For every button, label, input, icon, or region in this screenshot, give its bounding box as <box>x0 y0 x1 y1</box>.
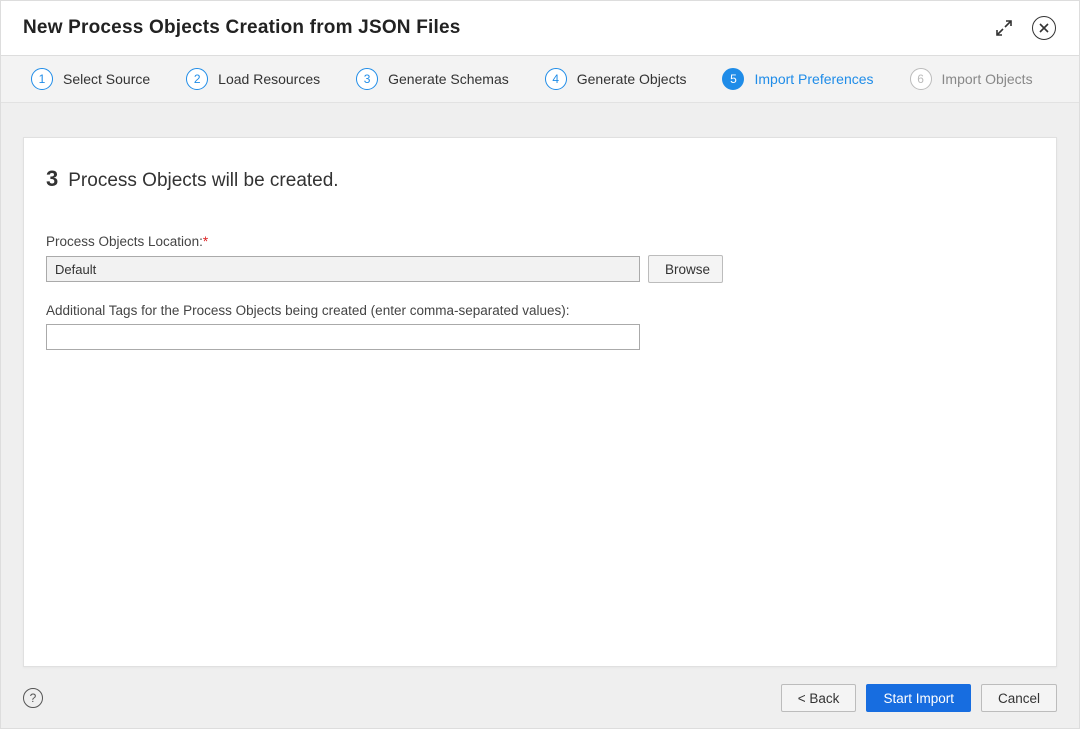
step-label: Load Resources <box>218 71 320 87</box>
back-button[interactable]: < Back <box>781 684 857 712</box>
tags-field-group: Additional Tags for the Process Objects … <box>46 303 1034 350</box>
location-label: Process Objects Location:* <box>46 234 1034 249</box>
step-label: Generate Objects <box>577 71 687 87</box>
required-asterisk: * <box>203 234 208 249</box>
step-generate-schemas[interactable]: 3 Generate Schemas <box>356 68 509 90</box>
object-count: 3 <box>46 166 58 192</box>
browse-button[interactable]: Browse <box>648 255 723 283</box>
step-number: 3 <box>356 68 378 90</box>
step-generate-objects[interactable]: 4 Generate Objects <box>545 68 687 90</box>
dialog: New Process Objects Creation from JSON F… <box>0 0 1080 729</box>
footer-left: ? <box>23 688 43 708</box>
step-label: Import Objects <box>942 71 1033 87</box>
step-number: 5 <box>722 68 744 90</box>
location-field-group: Process Objects Location:* Browse <box>46 234 1034 283</box>
location-row: Browse <box>46 255 1034 283</box>
step-import-preferences[interactable]: 5 Import Preferences <box>722 68 873 90</box>
body-area: 3 Process Objects will be created. Proce… <box>1 103 1079 672</box>
step-load-resources[interactable]: 2 Load Resources <box>186 68 320 90</box>
location-input[interactable] <box>46 256 640 282</box>
step-number: 2 <box>186 68 208 90</box>
step-number: 6 <box>910 68 932 90</box>
summary-suffix: Process Objects will be created. <box>68 170 338 192</box>
dialog-title: New Process Objects Creation from JSON F… <box>23 17 461 39</box>
cancel-button[interactable]: Cancel <box>981 684 1057 712</box>
step-label: Generate Schemas <box>388 71 509 87</box>
tags-label: Additional Tags for the Process Objects … <box>46 303 1034 318</box>
help-icon[interactable]: ? <box>23 688 43 708</box>
footer-right: < Back Start Import Cancel <box>781 684 1057 712</box>
wizard-steps: 1 Select Source 2 Load Resources 3 Gener… <box>1 56 1079 103</box>
summary-text: 3 Process Objects will be created. <box>46 166 1034 192</box>
titlebar-actions <box>991 15 1057 41</box>
start-import-button[interactable]: Start Import <box>866 684 971 712</box>
content-panel: 3 Process Objects will be created. Proce… <box>23 137 1057 667</box>
step-label: Import Preferences <box>754 71 873 87</box>
step-number: 4 <box>545 68 567 90</box>
step-import-objects: 6 Import Objects <box>910 68 1033 90</box>
step-label: Select Source <box>63 71 150 87</box>
step-select-source[interactable]: 1 Select Source <box>31 68 150 90</box>
titlebar: New Process Objects Creation from JSON F… <box>1 1 1079 56</box>
step-number: 1 <box>31 68 53 90</box>
close-icon[interactable] <box>1031 15 1057 41</box>
tags-input[interactable] <box>46 324 640 350</box>
footer: ? < Back Start Import Cancel <box>1 672 1079 728</box>
location-label-text: Process Objects Location: <box>46 234 203 249</box>
expand-icon[interactable] <box>991 15 1017 41</box>
